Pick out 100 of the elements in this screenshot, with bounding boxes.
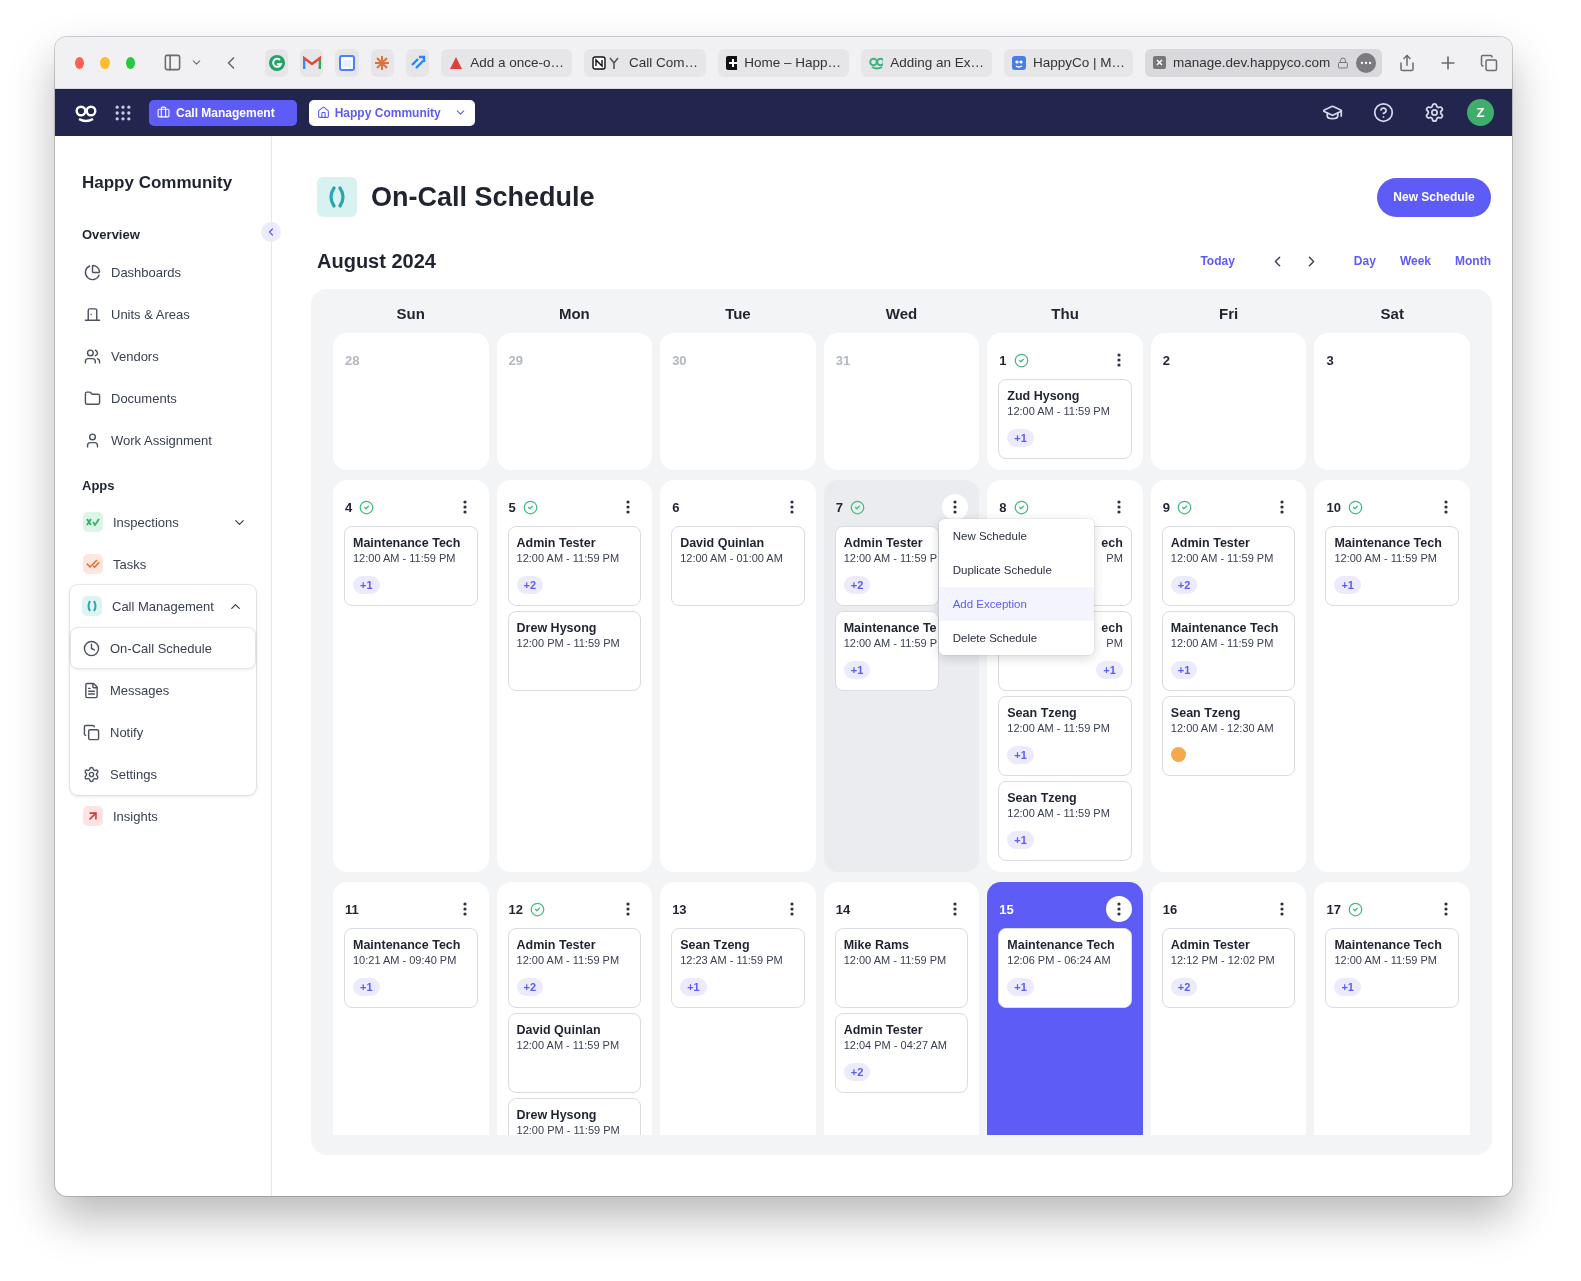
person-name: Maintenance Tech [1334,937,1442,953]
time-range: 12:00 AM - 11:59 P [843,551,938,565]
item-label: Units & Areas [111,306,190,322]
day-number: 8 [999,499,1007,515]
person-name: Sean Tzeng [1170,705,1241,721]
person-name: Admin Tester [843,535,923,551]
person-name: Admin Tester [516,535,596,551]
weekday-label: Sun [395,305,426,324]
weekday-label: Fri [1218,305,1240,324]
day-number: 17 [1326,901,1341,917]
person-name: Drew Hysong [516,620,597,636]
item-label: Call Management [112,598,214,614]
time-range: 12:00 AM - 11:59 PM [516,1038,620,1052]
count-badge: +2 [843,576,871,594]
day-number: 15 [999,901,1014,917]
item-label: On-Call Schedule [110,640,212,656]
url-text: manage.dev.happyco.com [1172,55,1331,70]
weekday-label: Wed [884,305,919,324]
person-name: Admin Tester [1170,535,1250,551]
weekday-label: Sat [1379,305,1405,324]
day-number: 29 [508,352,524,368]
tab-title: Home – Happ… [744,55,841,70]
day-number: 9 [1162,499,1171,515]
count-badge: +1 [353,576,380,594]
day-number: 7 [835,499,843,515]
day-number: 14 [835,901,851,917]
weekday-label: Tue [724,305,752,324]
person-name: Sean Tzeng [680,937,750,953]
tab-title: Add a once-o… [470,55,564,70]
person-name: Admin Tester [1170,937,1250,953]
person-name: Sean Tzeng [1007,790,1077,806]
count-badge: +1 [1334,576,1361,594]
tab-title: Call Com… [628,55,698,70]
count-badge: +1 [1007,746,1034,764]
day-number: 31 [835,352,851,368]
count-badge: +2 [1170,978,1198,996]
time-range: 12:23 AM - 11:59 PM [680,953,783,967]
person-name: ech [1101,620,1123,636]
day-number: 13 [672,901,687,917]
day-number: 3 [1326,352,1334,368]
count-badge: +2 [516,576,544,594]
time-range: 12:00 AM - 12:30 AM [1170,721,1274,735]
person-name: Sean Tzeng [1007,705,1077,721]
item-label: Documents [111,390,177,406]
sidebar-title: Happy Community [82,172,234,194]
tab-title: HappyCo | M… [1032,55,1125,70]
weekday-label: Thu [1050,305,1080,324]
person-name: Maintenance Tech [1007,937,1115,953]
person-name: David Quinlan [516,1022,601,1038]
section-heading: Apps [82,478,116,494]
time-range: 12:00 AM - 01:00 AM [680,551,783,565]
day-number: 11 [345,901,359,917]
item-label: Notify [110,724,144,740]
person-name: Admin Tester [843,1022,923,1038]
person-name: ech [1101,535,1123,551]
count-badge: +2 [843,1063,871,1081]
tab-title: Adding an Ex… [890,55,984,70]
item-label: Work Assignment [111,432,212,448]
person-name: Maintenance Te [843,620,937,636]
day-number: 30 [672,352,687,368]
count-badge: +2 [1170,576,1198,594]
time-range: 12:00 AM - 11:59 PM [843,953,947,967]
person-name: Admin Tester [516,937,596,953]
time-range: 12:06 PM - 06:24 AM [1007,953,1111,967]
item-label: Inspections [113,514,179,530]
item-label: Messages [110,682,170,698]
item-label: Settings [110,766,157,782]
day-number: 1 [999,352,1007,368]
time-range: 12:00 AM - 11:59 PM [1170,551,1274,565]
weekday-label: Mon [557,305,591,324]
person-name: Mike Rams [843,937,909,953]
item-label: Vendors [111,348,159,364]
time-range: 12:00 PM - 11:59 PM [516,1123,620,1135]
person-name: David Quinlan [680,535,765,551]
day-number: 10 [1326,499,1341,515]
time-range: 12:00 AM - 11:59 PM [1170,636,1274,650]
day-number: 12 [508,901,524,917]
time-range: PM [1106,551,1123,565]
time-range: 12:00 AM - 11:59 P [843,636,938,650]
time-range: 12:00 PM - 11:59 PM [516,636,620,650]
time-range: PM [1106,636,1123,650]
time-range: 12:00 AM - 11:59 PM [1007,404,1110,418]
day-number: 5 [508,499,516,515]
person-name: Zud Hysong [1007,388,1080,404]
person-name: Maintenance Tech [353,937,461,953]
person-name: Maintenance Tech [1170,620,1279,636]
person-name: Maintenance Tech [1334,535,1442,551]
item-label: Insights [113,808,158,824]
time-range: 12:00 AM - 11:59 PM [516,551,620,565]
time-range: 12:04 PM - 04:27 AM [843,1038,948,1052]
count-badge: +1 [1096,661,1123,679]
day-number: 16 [1162,901,1178,917]
time-range: 12:12 PM - 12:02 PM [1170,953,1275,967]
time-range: 12:00 AM - 11:59 PM [1007,806,1110,820]
day-number: 6 [672,499,680,515]
person-name: Maintenance Tech [353,535,461,551]
day-number: 4 [345,499,353,515]
count-badge: +1 [843,661,871,679]
count-badge: +1 [1007,831,1034,849]
count-badge: +1 [1334,978,1361,996]
